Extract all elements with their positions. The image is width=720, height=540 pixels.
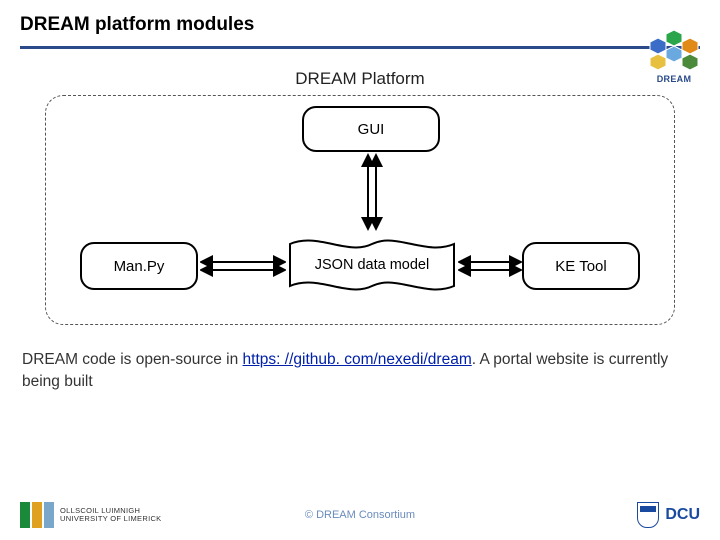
- header-rule: [20, 46, 700, 49]
- page-title: DREAM platform modules: [20, 14, 700, 36]
- arrow-gui-json: [356, 152, 388, 232]
- arrow-json-ketool: [458, 250, 522, 282]
- arrow-manpy-json: [200, 250, 286, 282]
- node-manpy-label: Man.Py: [114, 258, 165, 275]
- caption-text: DREAM code is open-source in https: //gi…: [22, 349, 698, 392]
- dcu-logo: DCU: [637, 502, 700, 528]
- shield-icon: [637, 502, 659, 528]
- diagram-title: DREAM Platform: [0, 69, 720, 89]
- node-manpy: Man.Py: [80, 242, 198, 290]
- university-limerick-logo: OLLSCOIL LUIMNIGH UNIVERSITY OF LIMERICK: [20, 502, 161, 528]
- dcu-text: DCU: [665, 506, 700, 524]
- node-json-data-model: JSON data model: [288, 232, 456, 298]
- node-gui: GUI: [302, 106, 440, 152]
- node-json-label: JSON data model: [288, 232, 456, 298]
- node-gui-label: GUI: [358, 121, 385, 138]
- node-ke-tool-label: KE Tool: [555, 258, 606, 275]
- caption-pre: DREAM code is open-source in: [22, 351, 243, 368]
- dream-logo-text: DREAM: [644, 74, 704, 84]
- hex-cluster-icon: [644, 28, 704, 72]
- node-ke-tool: KE Tool: [522, 242, 640, 290]
- platform-boundary: GUI Man.Py JSON data model KE Tool: [45, 95, 675, 325]
- ul-line2: UNIVERSITY OF LIMERICK: [60, 515, 161, 523]
- github-link[interactable]: https: //github. com/nexedi/dream: [243, 351, 472, 368]
- dream-logo: DREAM: [644, 28, 704, 84]
